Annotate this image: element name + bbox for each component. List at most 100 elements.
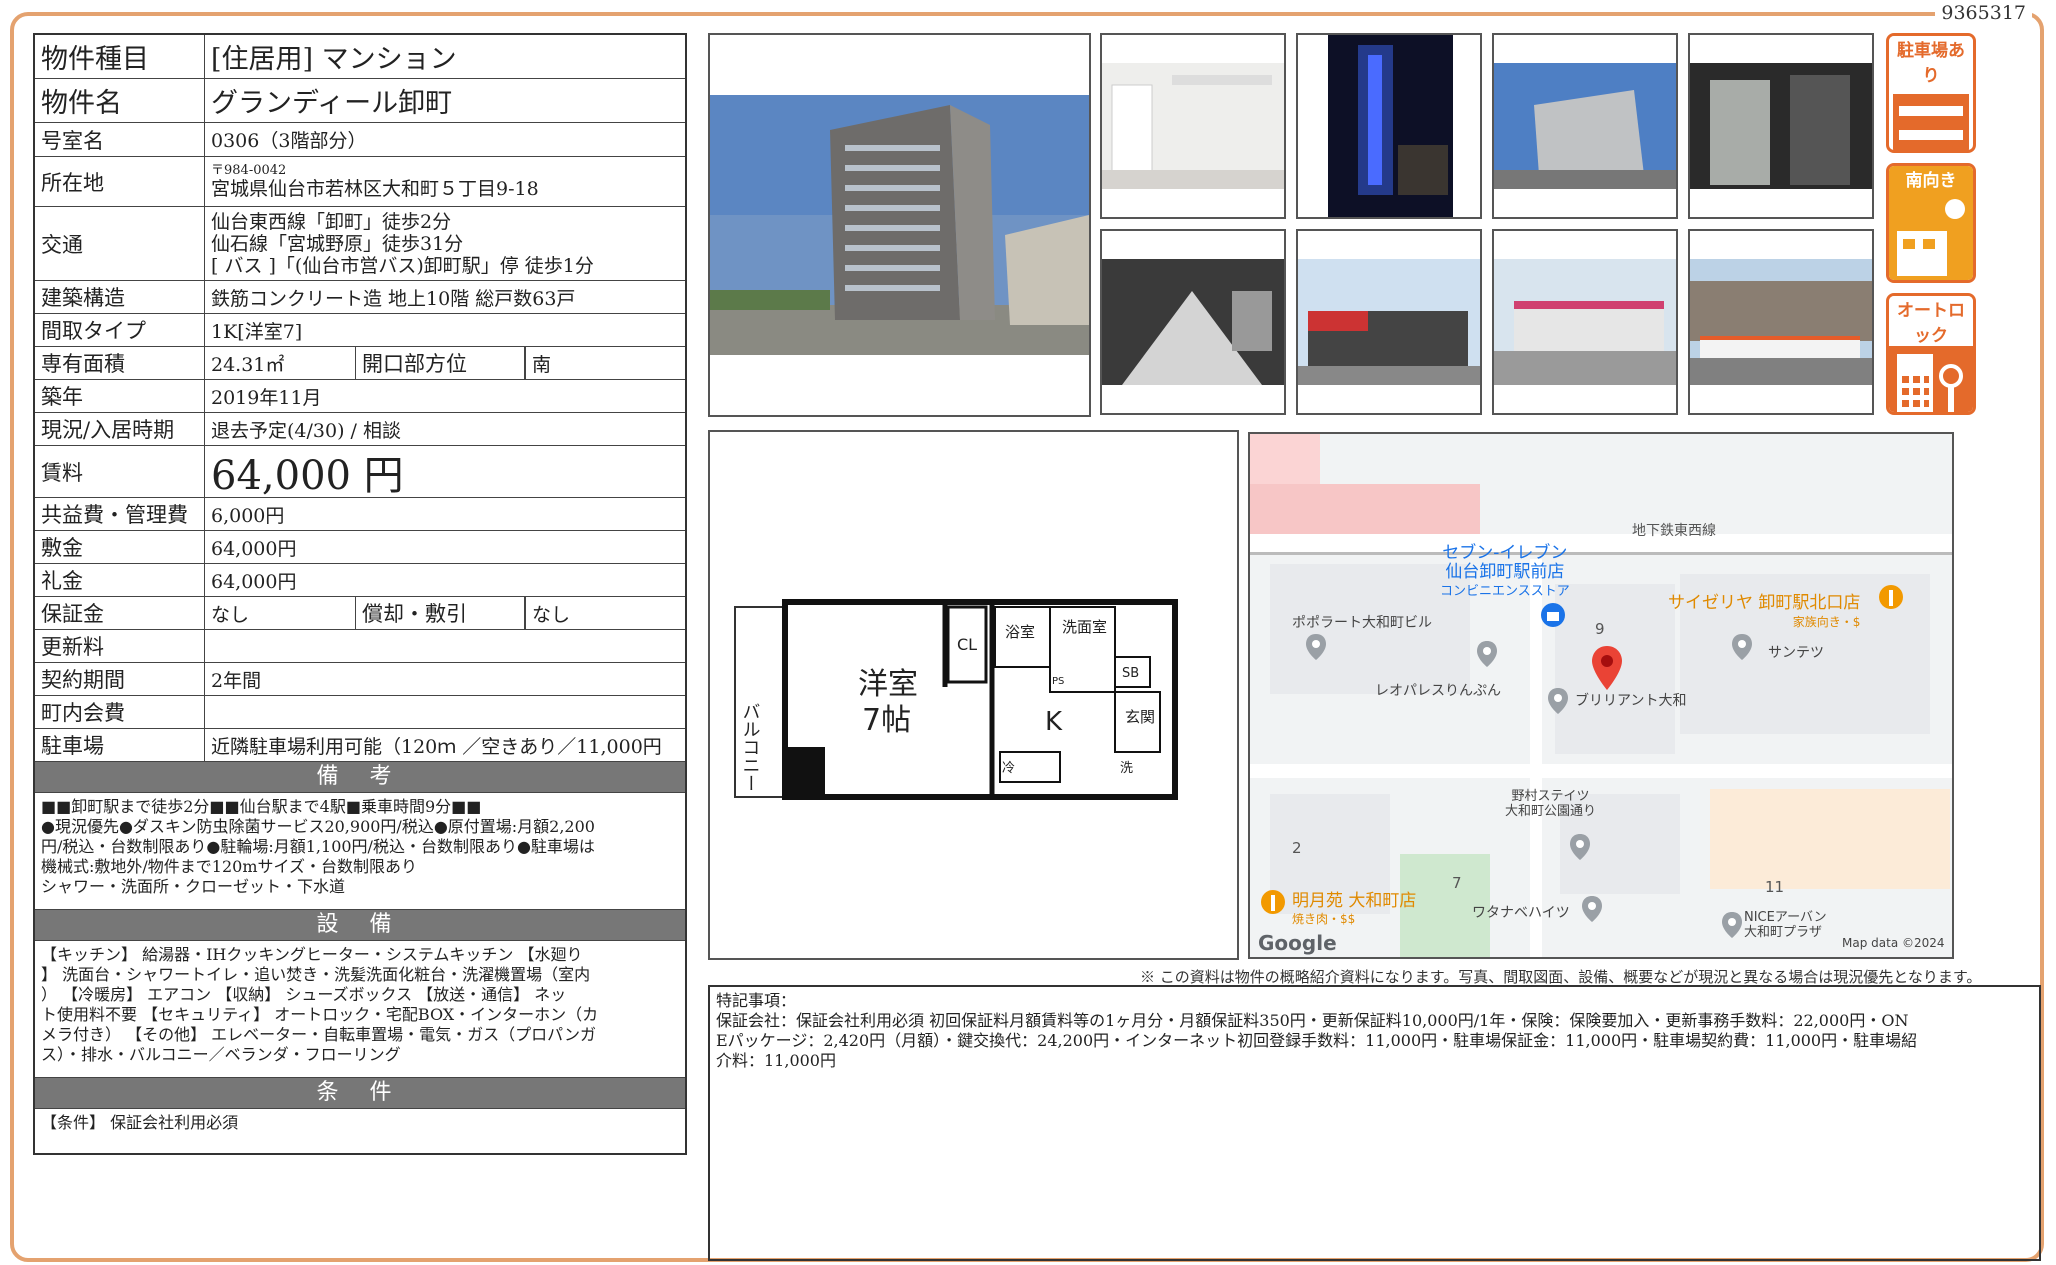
guarantee-value: なし <box>211 603 250 626</box>
name-value: グランディール卸町 <box>211 88 453 119</box>
row-guarantee: 保証金 なし 償却・敷引 なし <box>35 597 685 630</box>
convenience-store-image <box>1690 259 1872 385</box>
area-label: 専有面積 <box>35 347 205 379</box>
convenience-photo <box>1688 229 1874 415</box>
row-fee: 共益費・管理費 6,000円 <box>35 498 685 531</box>
row-area: 専有面積 24.31㎡ 開口部方位 南 <box>35 347 685 380</box>
direction-value: 南 <box>525 347 685 379</box>
remarks-line: 円/税込・台数制限あり●駐輪場:月額1,100円/税込・台数制限あり●駐車場は <box>41 837 595 856</box>
sun-house-icon <box>1889 191 1973 280</box>
poplart-label[interactable]: ポポラート大和町ビル <box>1292 612 1432 632</box>
poi-pin-icon[interactable] <box>1730 632 1754 662</box>
refrigerator-label: 冷 <box>1002 761 1015 776</box>
room-value: 0306（3階部分） <box>211 130 367 152</box>
seven-eleven-label[interactable]: セブン-イレブン 仙台卸町駅前店 コンビニエンスストア <box>1440 544 1570 601</box>
block-number-7: 7 <box>1452 874 1462 892</box>
property-info-table: 物件種目 [住居用] マンション 物件名 グランディール卸町 号室名 0306（… <box>33 33 687 1155</box>
poi-pin-icon[interactable] <box>1304 632 1328 662</box>
row-transport: 交通 仙台東西線「卸町」徒歩2分 仙石線「宮城野原」徒歩31分 [ バス ]「(… <box>35 207 685 281</box>
seiyu-photo-2 <box>1492 229 1678 415</box>
subway-line-label: 地下鉄東西線 <box>1632 523 1716 539</box>
entrance-label: 玄関 <box>1125 708 1155 726</box>
area-value: 24.31㎡ <box>211 353 285 376</box>
restaurant-icon[interactable] <box>1878 584 1904 614</box>
parking-badge-label: 駐車場あり <box>1889 36 1973 86</box>
floor-plan-panel: バルコニー 洋室 7帖 CL 浴室 洗面室 SB PS K 玄関 冷 洗 <box>708 430 1239 960</box>
autolock-badge: オートロック <box>1886 293 1976 415</box>
restaurant-icon-2[interactable] <box>1260 889 1286 919</box>
washer-label: 洗 <box>1120 761 1133 776</box>
transport-value-block: 仙台東西線「卸町」徒歩2分 仙石線「宮城野原」徒歩31分 [ バス ]「(仙台市… <box>205 207 685 280</box>
poi-pin-icon[interactable] <box>1568 832 1592 862</box>
nice-label[interactable]: NICEアーバン 大和町プラザ <box>1744 910 1827 940</box>
main-building-photo <box>708 33 1091 417</box>
shopping-mall-image <box>1494 259 1676 385</box>
row-contract: 契約期間 2年間 <box>35 663 685 696</box>
saizeriya-label[interactable]: サイゼリヤ 卸町駅北口店 家族向き・$ <box>1668 588 1860 630</box>
parking-value: 近隣駐車場利用可能（120ｍ ／空きあり／11,000円 <box>211 735 662 758</box>
row-name: 物件名 グランディール卸町 <box>35 79 685 123</box>
row-built: 築年 2019年11月 <box>35 380 685 413</box>
equipment-heading: 設 備 <box>35 910 685 941</box>
supermarket-image <box>1298 259 1480 385</box>
parking-badge: 駐車場あり <box>1886 33 1976 153</box>
saizeriya-name: サイゼリヤ 卸町駅北口店 <box>1668 593 1861 613</box>
disclaimer-text: ※ この資料は物件の概略紹介資料になります。写真、間取図面、設備、概要などが現況… <box>1140 968 1982 986</box>
row-layout: 間取タイプ 1K[洋室7] <box>35 314 685 347</box>
watanabe-label[interactable]: ワタナベハイツ <box>1472 902 1570 922</box>
deposit-value: 64,000円 <box>211 537 297 560</box>
poi-pin-icon[interactable] <box>1546 686 1570 716</box>
suntetsu-label[interactable]: サンテツ <box>1768 642 1824 662</box>
equipment-line: メラ付き） 【その他】 エレベーター・自転車置場・電気・ガス（プロパンガ <box>41 1025 596 1044</box>
meigetsu-label[interactable]: 明月苑 大和町店 焼き肉・$$ <box>1292 892 1416 928</box>
location-map[interactable]: 地下鉄東西線 セブン-イレブン 仙台卸町駅前店 コンビニエンスストア サイゼリヤ… <box>1248 432 1954 959</box>
layout-value: 1K[洋室7] <box>211 320 303 343</box>
rent-label: 賃料 <box>35 446 205 497</box>
structure-value: 鉄筋コンクリート造 地上10階 総戸数63戸 <box>211 287 576 310</box>
key-money-value: 64,000円 <box>211 570 297 593</box>
address-value-block: 〒984-0042 宮城県仙台市若林区大和町５丁目9-18 <box>205 157 685 206</box>
fee-value: 6,000円 <box>211 504 285 527</box>
direction-label: 開口部方位 <box>355 347 525 379</box>
amort-label: 償却・敷引 <box>355 597 525 629</box>
autolock-badge-label: オートロック <box>1889 296 1973 346</box>
poi-pin-icon[interactable] <box>1475 639 1499 669</box>
row-structure: 建築構造 鉄筋コンクリート造 地上10階 総戸数63戸 <box>35 281 685 314</box>
seven-eleven-type: コンビニエンスストア <box>1440 584 1570 599</box>
name-label: 物件名 <box>35 79 205 122</box>
contract-value: 2年間 <box>211 669 262 692</box>
meigetsu-name: 明月苑 大和町店 <box>1292 891 1417 911</box>
poi-pin-icon[interactable] <box>1720 910 1744 940</box>
store-icon[interactable] <box>1540 602 1566 628</box>
brilliant-label[interactable]: ブリリアント大和 <box>1575 690 1686 710</box>
conditions-heading: 条 件 <box>35 1078 685 1109</box>
balcony-label: バルコニー <box>740 702 761 792</box>
fee-label: 共益費・管理費 <box>35 498 205 530</box>
status-value: 退去予定(4/30) / 相談 <box>211 419 401 442</box>
built-label: 築年 <box>35 380 205 412</box>
ps-label: PS <box>1052 676 1064 687</box>
location-pin-icon[interactable] <box>1590 644 1624 692</box>
remarks-body: ■■卸町駅まで徒歩2分■■仙台駅まで4駅■乗車時間9分■■ ●現況優先●ダスキン… <box>35 793 685 910</box>
notes-line: Eパッケージ：2,420円（月額）・鍵交換代：24,200円・インターネット初回… <box>716 1031 1918 1050</box>
building-night-image <box>1328 35 1453 217</box>
exterior-photo-2 <box>1492 33 1678 219</box>
meigetsu-type: 焼き肉・$$ <box>1292 912 1356 926</box>
leopalace-label[interactable]: レオパレスりんぷん <box>1375 680 1501 700</box>
equipment-line: 【キッチン】 給湯器・IHクッキングヒーター・システムキッチン 【水廻り <box>41 945 583 964</box>
poi-pin-icon[interactable] <box>1580 894 1604 924</box>
equipment-line: 】 洗面台・シャワートイレ・追い焚き・洗髪洗面化粧台・洗濯機置場（室内 <box>41 965 591 984</box>
nomura-label[interactable]: 野村ステイツ 大和町公園通り <box>1505 789 1596 819</box>
entrance-image <box>1690 63 1872 189</box>
closet-label: CL <box>957 635 977 654</box>
block-number-11: 11 <box>1765 878 1785 896</box>
south-badge-label: 南向き <box>1889 166 1973 191</box>
row-town: 町内会費 <box>35 696 685 729</box>
zip-code: 〒984-0042 <box>211 162 287 178</box>
equipment-line: ） 【冷暖房】 エアコン 【収納】 シューズボックス 【放送・通信】 ネッ <box>41 985 567 1004</box>
map-copyright: Map data ©2024 <box>1842 936 1945 950</box>
block-number-9: 9 <box>1595 620 1605 638</box>
type-label: 物件種目 <box>35 35 205 78</box>
equipment-line: ト使用料不要 【セキュリティ】 オートロック・宅配BOX・インターホン（カ <box>41 1005 599 1024</box>
equipment-line: ス）・排水・バルコニー／ベランダ・フローリング <box>41 1045 401 1064</box>
